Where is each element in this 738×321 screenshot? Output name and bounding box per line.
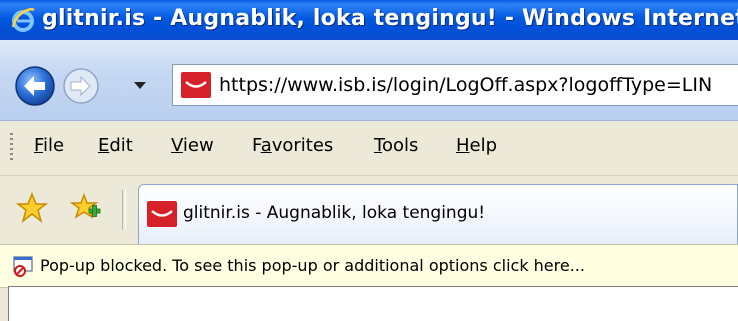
- window-title: glitnir.is - Augnablik, loka tengingu! -…: [42, 6, 738, 31]
- address-url: https://www.isb.is/login/LogOff.aspx?log…: [219, 74, 713, 96]
- chevron-down-icon[interactable]: [134, 82, 146, 89]
- infobar-message: Pop-up blocked. To see this pop-up or ad…: [40, 256, 585, 275]
- toolbar-grip[interactable]: [10, 133, 13, 163]
- forward-arrow-icon[interactable]: [62, 67, 100, 105]
- tab-active[interactable]: glitnir.is - Augnablik, loka tengingu!: [138, 184, 738, 244]
- tab-label: glitnir.is - Augnablik, loka tengingu!: [183, 203, 486, 223]
- menu-view[interactable]: View: [171, 135, 214, 156]
- menu-favorites[interactable]: Favorites: [252, 135, 333, 156]
- menu-bar: File Edit View Favorites Tools Help: [0, 121, 738, 176]
- tab-separator: [122, 190, 126, 230]
- address-bar[interactable]: https://www.isb.is/login/LogOff.aspx?log…: [172, 64, 738, 106]
- menu-file[interactable]: File: [34, 135, 64, 156]
- popup-blocked-icon: [12, 255, 36, 277]
- menu-edit[interactable]: Edit: [98, 135, 133, 156]
- glitnir-favicon: [147, 201, 177, 227]
- add-to-favorites-icon[interactable]: [69, 192, 102, 224]
- internet-explorer-icon: [10, 7, 36, 33]
- back-arrow-icon[interactable]: [14, 65, 56, 107]
- star-icon[interactable]: [15, 191, 49, 224]
- popup-blocked-infobar[interactable]: Pop-up blocked. To see this pop-up or ad…: [0, 244, 738, 288]
- page-content[interactable]: [8, 286, 738, 321]
- glitnir-favicon: [181, 72, 211, 98]
- menu-tools[interactable]: Tools: [374, 135, 418, 156]
- menu-help[interactable]: Help: [456, 135, 497, 156]
- tab-bar: glitnir.is - Augnablik, loka tengingu!: [0, 176, 738, 244]
- window-title-bar[interactable]: glitnir.is - Augnablik, loka tengingu! -…: [0, 0, 738, 40]
- navigation-bar: https://www.isb.is/login/LogOff.aspx?log…: [0, 40, 738, 121]
